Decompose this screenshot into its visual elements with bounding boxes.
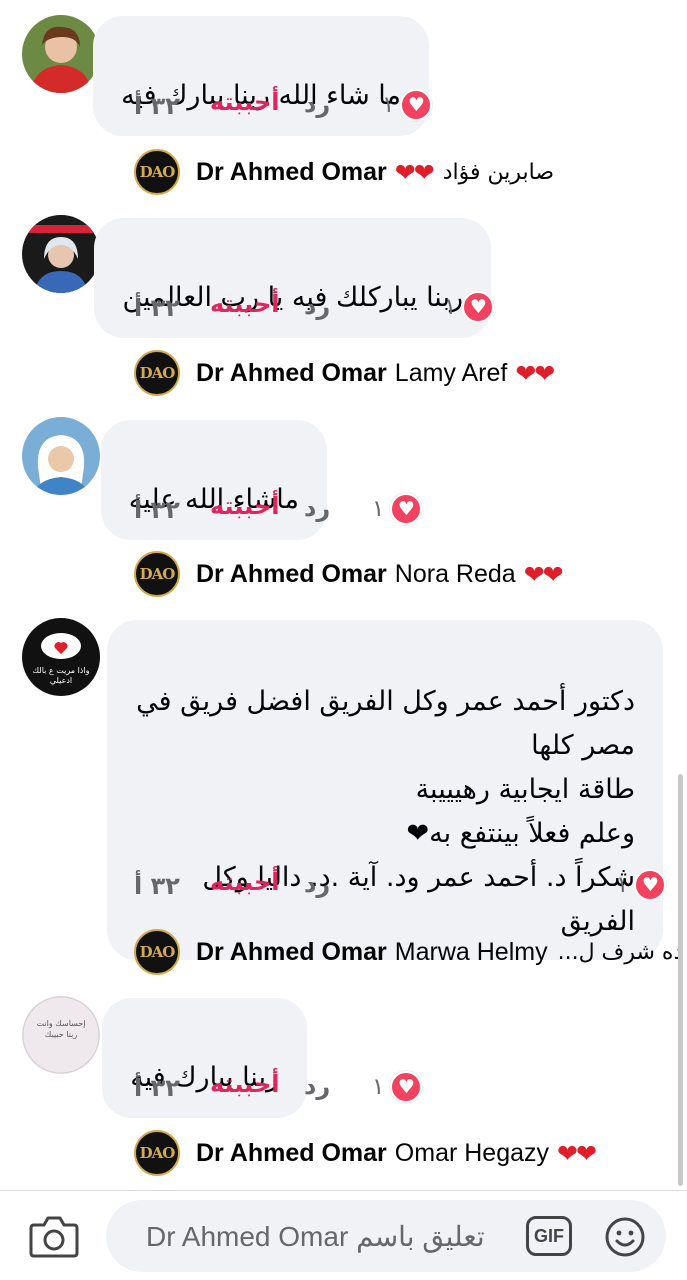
reply-hearts: ❤❤ (394, 157, 435, 187)
comment-input[interactable]: Dr Ahmed Omar تعليق باسم GIF (106, 1200, 666, 1272)
reply-preview[interactable]: DAO Dr Ahmed Omar Nora Reda ❤❤ (134, 550, 667, 598)
logo-text: DAO (139, 364, 176, 382)
gif-icon[interactable]: GIF (526, 1216, 572, 1256)
reply-author[interactable]: Dr Ahmed Omar (196, 158, 387, 187)
reaction-summary[interactable]: ١ ♥ (382, 88, 433, 122)
reaction-summary[interactable]: ١ ♥ (616, 868, 667, 902)
reply-preview[interactable]: DAO Dr Ahmed Omar ❤❤ صابرين فؤاد (134, 148, 667, 196)
reply-link[interactable]: رد (304, 870, 330, 898)
comment-actions: ٣٢ أ أحببته رد ١ ♥ (0, 1070, 687, 1110)
page-logo-avatar: DAO (134, 1130, 180, 1176)
logo-text: DAO (139, 163, 176, 181)
reply-mention: Lamy Aref (394, 358, 508, 387)
avatar-photo (22, 215, 100, 293)
comment-composer: Dr Ahmed Omar تعليق باسم GIF (0, 1190, 687, 1280)
comment-time: ٣٢ أ (134, 872, 180, 900)
comments-feed[interactable]: ما شاء الله ربنا يبارك فيه ٣٢ أ أحببته ر… (0, 0, 687, 1190)
reply-mention: Nora Reda (394, 559, 516, 588)
reply-hearts: ❤❤ (557, 1138, 597, 1168)
comment-time: ٣٢ أ (134, 294, 180, 322)
reply-hearts: ❤❤ (515, 358, 555, 388)
reply-mention: Omar Hegazy (394, 1138, 550, 1167)
avatar-photo (22, 15, 100, 93)
reaction-count: ١ (372, 496, 385, 522)
heart-reaction-icon: ♥ (400, 89, 433, 121)
commenter-avatar[interactable] (22, 15, 100, 93)
reply-author[interactable]: Dr Ahmed Omar (196, 560, 387, 589)
reply-text: ده شرف ل... (557, 939, 684, 965)
commenter-avatar[interactable]: إحساسك وانت ربنا حبيبك (22, 996, 100, 1074)
logo-text: DAO (139, 943, 176, 961)
reaction-count: ١ (616, 872, 629, 898)
comment-actions: ٣٢ أ أحببته رد ١ ♥ (0, 88, 687, 128)
gif-label: GIF (534, 1225, 564, 1246)
comment-time: ٣٢ أ (134, 92, 180, 120)
reaction-count: ١ (382, 92, 395, 118)
logo-text: DAO (139, 1144, 176, 1162)
page-logo-avatar: DAO (134, 551, 180, 597)
like-link[interactable]: أحببته (210, 1070, 279, 1098)
like-link[interactable]: أحببته (210, 290, 279, 318)
logo-text: DAO (139, 565, 176, 583)
reply-link[interactable]: رد (304, 292, 330, 320)
reply-preview[interactable]: DAO Dr Ahmed Omar Omar Hegazy ❤❤ (134, 1129, 667, 1177)
reply-author[interactable]: Dr Ahmed Omar (196, 359, 387, 388)
reaction-summary[interactable]: ١ ♥ (372, 492, 423, 526)
reply-link[interactable]: رد (304, 494, 330, 522)
commenter-avatar[interactable]: واذا مريت ع بالك ادعيلي (22, 618, 100, 696)
reply-author[interactable]: Dr Ahmed Omar (196, 1139, 387, 1168)
comment-input-placeholder: Dr Ahmed Omar تعليق باسم (146, 1221, 485, 1252)
heart-reaction-icon: ♥ (634, 869, 667, 901)
page-logo-avatar: DAO (134, 929, 180, 975)
like-link[interactable]: أحببته (210, 492, 279, 520)
reaction-summary[interactable]: ١ ♥ (372, 1070, 423, 1104)
comment-actions: ٣٢ أ أحببته رد ١ ♥ (0, 290, 687, 330)
reply-author[interactable]: Dr Ahmed Omar (196, 938, 387, 967)
commenter-avatar[interactable] (22, 417, 100, 495)
heart-reaction-icon: ♥ (390, 1071, 423, 1103)
scrollbar[interactable] (678, 774, 683, 1186)
reply-text: صابرين فؤاد (442, 159, 555, 185)
avatar-caption: واذا مريت ع بالك ادعيلي (32, 666, 90, 685)
comment-actions: ٣٢ أ أحببته رد ١ ♥ (0, 492, 687, 532)
reaction-count: ١ (444, 294, 457, 320)
page-logo-avatar: DAO (134, 350, 180, 396)
reply-link[interactable]: رد (304, 1072, 330, 1100)
reply-hearts: ❤❤ (523, 559, 564, 589)
commenter-avatar[interactable] (22, 215, 100, 293)
reply-preview[interactable]: DAO Dr Ahmed Omar Marwa Helmy ده شرف ل..… (134, 928, 683, 976)
comment-time: ٣٢ أ (134, 496, 180, 524)
reply-mention: Marwa Helmy (394, 937, 548, 966)
page-logo-avatar: DAO (134, 149, 180, 195)
like-link[interactable]: أحببته (210, 868, 279, 896)
reaction-count: ١ (372, 1074, 385, 1100)
reaction-summary[interactable]: ١ ♥ (444, 290, 495, 324)
like-link[interactable]: أحببته (210, 88, 279, 116)
heart-reaction-icon: ♥ (390, 493, 423, 525)
camera-icon[interactable] (28, 1213, 80, 1259)
comment-actions: ٣٢ أ أحببته رد ١ ♥ (0, 868, 687, 908)
comment-time: ٣٢ أ (134, 1074, 180, 1102)
heart-reaction-icon: ♥ (462, 291, 495, 323)
reply-link[interactable]: رد (304, 90, 330, 118)
comment-bubble[interactable]: دكتور أحمد عمر وكل الفريق افضل فريق في م… (107, 620, 663, 960)
avatar-photo (22, 417, 100, 495)
emoji-icon[interactable] (604, 1216, 646, 1258)
avatar-caption: إحساسك وانت ربنا حبيبك (36, 1019, 86, 1039)
reply-preview[interactable]: DAO Dr Ahmed Omar Lamy Aref ❤❤ (134, 349, 667, 397)
